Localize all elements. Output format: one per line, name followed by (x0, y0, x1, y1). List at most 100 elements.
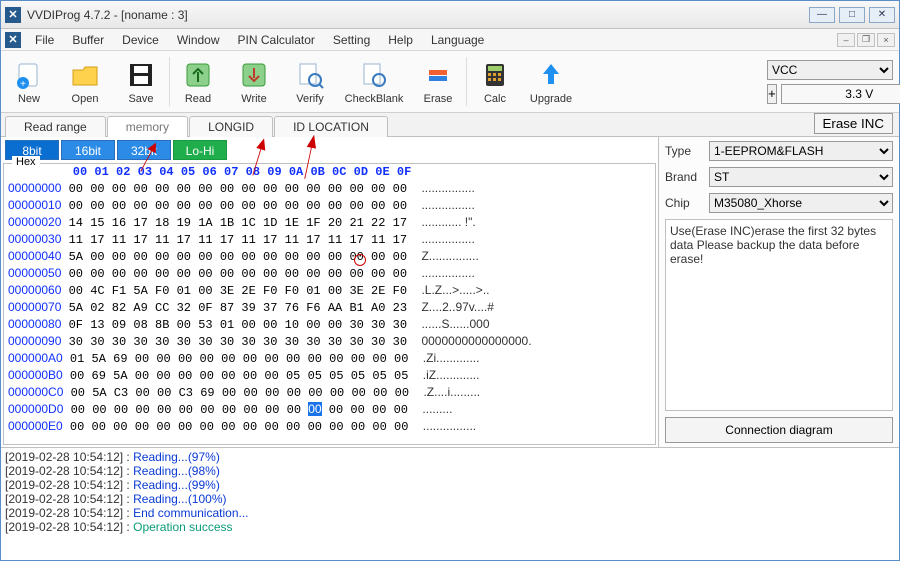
chip-select[interactable]: M35080_Xhorse (709, 193, 893, 213)
hex-row[interactable]: 000000B0 00 69 5A 00 00 00 00 00 00 00 0… (4, 367, 655, 384)
hex-pane: 8bit 16bit 32bit Lo-Hi Hex 00 01 02 03 0… (1, 137, 659, 447)
right-pane: Type 1-EEPROM&FLASH Brand ST Chip M35080_Xh… (659, 137, 899, 447)
hex-row[interactable]: 00000070 5A 02 82 A9 CC 32 0F 87 39 37 7… (4, 299, 655, 316)
menu-device[interactable]: Device (114, 31, 167, 49)
app-icon: ✕ (5, 7, 21, 23)
hex-row[interactable]: 000000D0 00 00 00 00 00 00 00 00 00 00 0… (4, 401, 655, 418)
erase-icon (422, 59, 454, 91)
tab-readrange[interactable]: Read range (5, 116, 106, 137)
read-icon (182, 59, 214, 91)
svg-text:+: + (20, 79, 26, 90)
open-button[interactable]: Open (57, 51, 113, 112)
hex-header: 00 01 02 03 04 05 06 07 08 09 0A 0B 0C 0… (4, 164, 655, 180)
hex-viewer[interactable]: Hex 00 01 02 03 04 05 06 07 08 09 0A 0B … (3, 163, 656, 445)
hex-row[interactable]: 00000020 14 15 16 17 18 19 1A 1B 1C 1D 1… (4, 214, 655, 231)
hex-row[interactable]: 00000080 0F 13 09 08 8B 00 53 01 00 00 1… (4, 316, 655, 333)
write-button[interactable]: Write (226, 51, 282, 112)
menu-buffer[interactable]: Buffer (64, 31, 112, 49)
calc-button[interactable]: Calc (467, 51, 523, 112)
tab-longid[interactable]: LONGID (189, 116, 273, 137)
hex-row[interactable]: 000000A0 01 5A 69 00 00 00 00 00 00 00 0… (4, 350, 655, 367)
doc-icon: ✕ (5, 32, 21, 48)
menu-language[interactable]: Language (423, 31, 492, 49)
brand-select[interactable]: ST (709, 167, 893, 187)
write-icon (238, 59, 270, 91)
hex-row[interactable]: 000000C0 00 5A C3 00 00 C3 69 00 00 00 0… (4, 384, 655, 401)
erase-label: Erase (424, 93, 453, 105)
window-title: VVDIProg 4.7.2 - [noname : 3] (27, 8, 809, 22)
upgrade-label: Upgrade (530, 93, 572, 105)
new-label: New (18, 93, 40, 105)
log-line: [2019-02-28 10:54:12] : End communicatio… (5, 506, 895, 520)
mdi-close-button[interactable]: × (877, 33, 895, 47)
titlebar: ✕ VVDIProg 4.7.2 - [noname : 3] — □ ✕ (1, 1, 899, 29)
read-button[interactable]: Read (170, 51, 226, 112)
vcc-select[interactable]: VCC (767, 60, 893, 80)
checkblank-button[interactable]: CheckBlank (338, 51, 410, 112)
erase-button[interactable]: Erase (410, 51, 466, 112)
mdi-restore-button[interactable]: ❐ (857, 33, 875, 47)
hex-row[interactable]: 00000060 00 4C F1 5A F0 01 00 3E 2E F0 F… (4, 282, 655, 299)
hex-legend: Hex (12, 156, 40, 168)
vcc-value[interactable] (781, 84, 900, 104)
message-box: Use(Erase INC)erase the first 32 bytes d… (665, 219, 893, 411)
close-button[interactable]: ✕ (869, 7, 895, 23)
checkblank-label: CheckBlank (345, 93, 404, 105)
vcc-plus-button[interactable]: + (767, 84, 777, 104)
16bit-button[interactable]: 16bit (61, 140, 115, 160)
calc-icon (479, 59, 511, 91)
verify-button[interactable]: Verify (282, 51, 338, 112)
tab-row: Read range memory LONGID ID LOCATION Era… (1, 113, 899, 137)
erase-inc-button[interactable]: Erase INC (814, 113, 893, 134)
verify-label: Verify (296, 93, 324, 105)
save-icon (125, 59, 157, 91)
type-select[interactable]: 1-EEPROM&FLASH (709, 141, 893, 161)
hex-row[interactable]: 00000040 5A 00 00 00 00 00 00 00 00 00 0… (4, 248, 655, 265)
minimize-button[interactable]: — (809, 7, 835, 23)
toolbar: + New Open Save Read Write Verify CheckBl… (1, 51, 899, 113)
menu-window[interactable]: Window (169, 31, 228, 49)
log-line: [2019-02-28 10:54:12] : Operation succes… (5, 520, 895, 534)
save-button[interactable]: Save (113, 51, 169, 112)
calc-label: Calc (484, 93, 506, 105)
open-label: Open (72, 93, 99, 105)
menu-help[interactable]: Help (380, 31, 421, 49)
chip-label: Chip (665, 196, 703, 210)
new-button[interactable]: + New (1, 51, 57, 112)
hex-row[interactable]: 00000010 00 00 00 00 00 00 00 00 00 00 0… (4, 197, 655, 214)
lohi-button[interactable]: Lo-Hi (173, 140, 227, 160)
32bit-button[interactable]: 32bit (117, 140, 171, 160)
open-icon (69, 59, 101, 91)
log-line: [2019-02-28 10:54:12] : Reading...(98%) (5, 464, 895, 478)
hex-row[interactable]: 00000030 11 17 11 17 11 17 11 17 11 17 1… (4, 231, 655, 248)
hex-row[interactable]: 00000050 00 00 00 00 00 00 00 00 00 00 0… (4, 265, 655, 282)
write-label: Write (241, 93, 266, 105)
hex-row[interactable]: 000000E0 00 00 00 00 00 00 00 00 00 00 0… (4, 418, 655, 435)
annotation-circle (354, 254, 366, 266)
log-output[interactable]: [2019-02-28 10:54:12] : Reading...(97%)[… (1, 447, 899, 557)
upgrade-icon (535, 59, 567, 91)
connection-diagram-button[interactable]: Connection diagram (665, 417, 893, 443)
checkblank-icon (358, 59, 390, 91)
menu-setting[interactable]: Setting (325, 31, 378, 49)
tab-memory[interactable]: memory (107, 116, 188, 137)
maximize-button[interactable]: □ (839, 7, 865, 23)
type-label: Type (665, 144, 703, 158)
tab-idlocation[interactable]: ID LOCATION (274, 116, 388, 137)
hex-row[interactable]: 000000F0 00 00 00 00 00 00 00 00 00 00 0… (4, 435, 655, 438)
log-line: [2019-02-28 10:54:12] : Reading...(97%) (5, 450, 895, 464)
mdi-minimize-button[interactable]: – (837, 33, 855, 47)
brand-label: Brand (665, 170, 703, 184)
verify-icon (294, 59, 326, 91)
save-label: Save (128, 93, 153, 105)
new-icon: + (13, 59, 45, 91)
hex-row[interactable]: 00000090 30 30 30 30 30 30 30 30 30 30 3… (4, 333, 655, 350)
menu-file[interactable]: File (27, 31, 62, 49)
menu-pincalc[interactable]: PIN Calculator (230, 31, 323, 49)
log-line: [2019-02-28 10:54:12] : Reading...(99%) (5, 478, 895, 492)
read-label: Read (185, 93, 211, 105)
hex-row[interactable]: 00000000 00 00 00 00 00 00 00 00 00 00 0… (4, 180, 655, 197)
menubar: ✕ File Buffer Device Window PIN Calculat… (1, 29, 899, 51)
upgrade-button[interactable]: Upgrade (523, 51, 579, 112)
log-line: [2019-02-28 10:54:12] : Reading...(100%) (5, 492, 895, 506)
